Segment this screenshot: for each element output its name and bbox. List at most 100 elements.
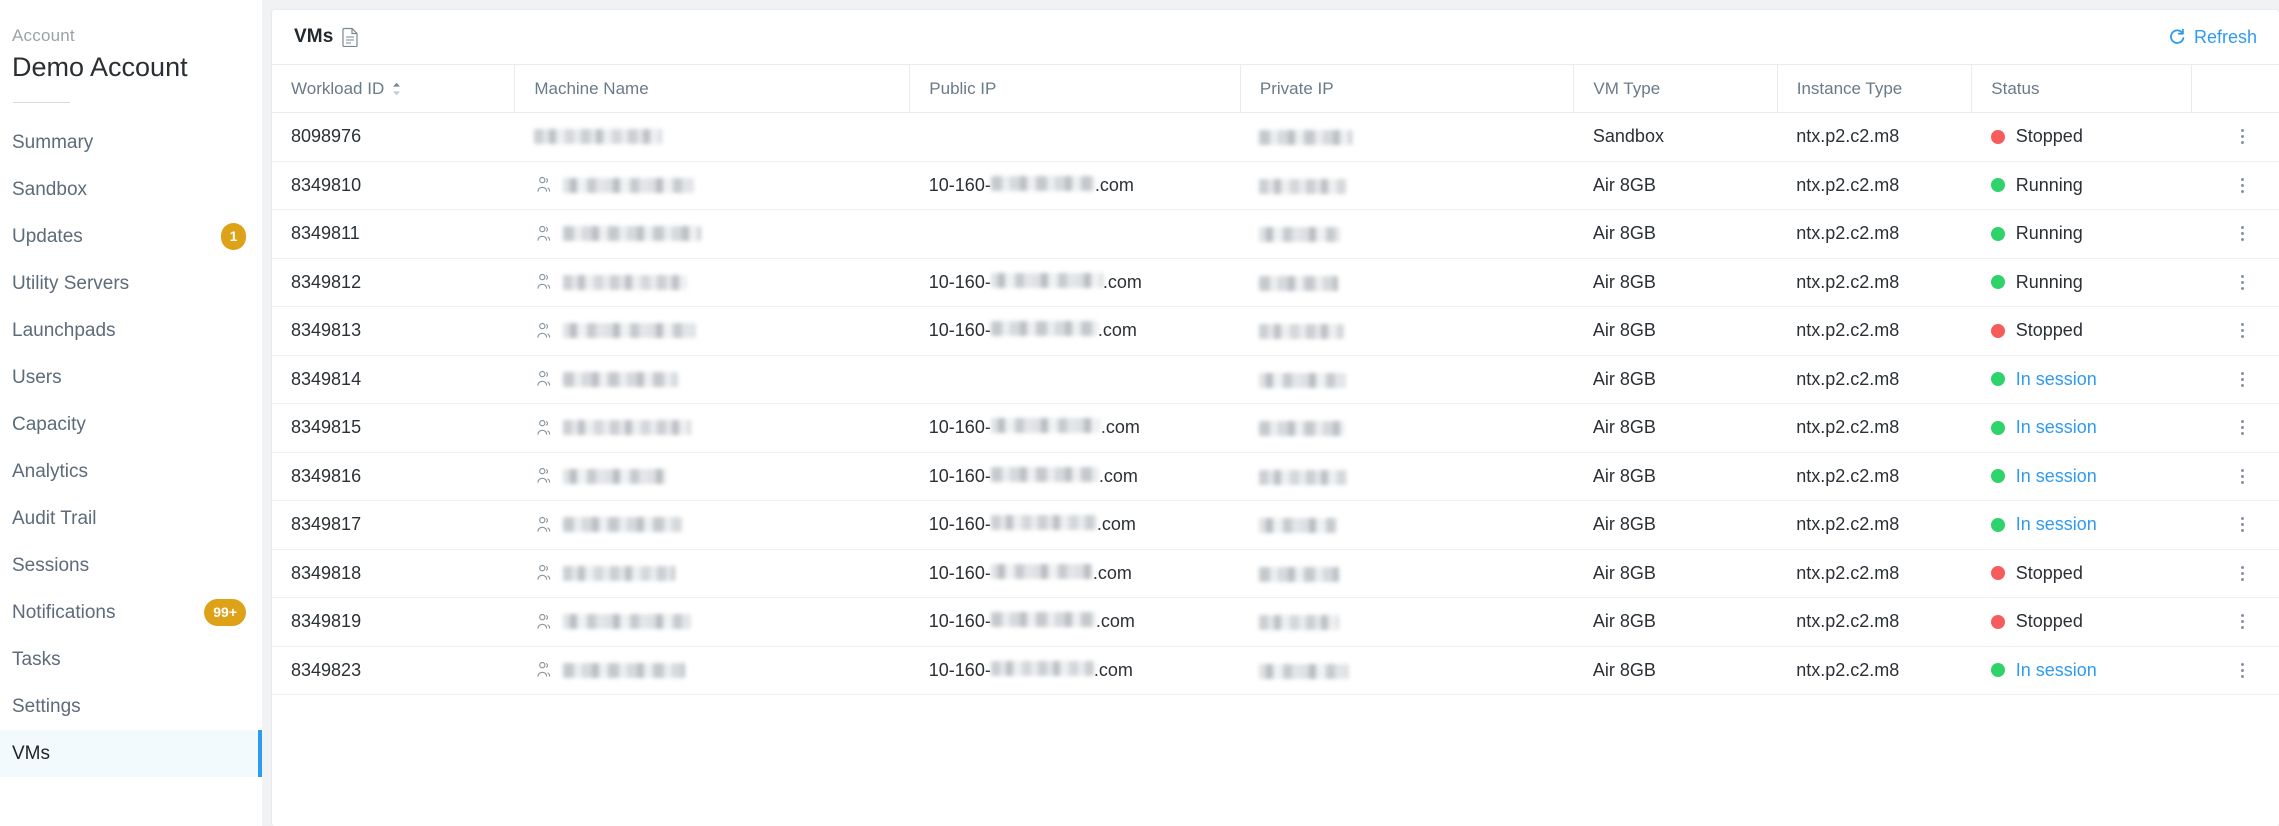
column-header-label: Workload ID (291, 78, 385, 98)
users-icon (534, 661, 552, 679)
cell-machine-name (514, 209, 910, 259)
kebab-menu-icon[interactable] (2228, 559, 2256, 587)
status-label[interactable]: In session (2016, 417, 2097, 438)
table-row[interactable]: 8349810 10-160- .com Air 8GB ntx.p2.c2.m8 Run… (272, 161, 2279, 210)
kebab-menu-icon[interactable] (2228, 462, 2256, 490)
refresh-icon (2168, 28, 2186, 46)
cell-workload-id: 8349818 (272, 549, 515, 598)
status-badge: In session (1990, 417, 2191, 438)
sidebar-item-audit-trail[interactable]: Audit Trail (0, 495, 262, 542)
cell-row-actions (2191, 597, 2279, 647)
sidebar-item-sessions[interactable]: Sessions (0, 542, 262, 589)
sidebar-item-analytics[interactable]: Analytics (0, 448, 262, 495)
sort-arrows-icon[interactable] (391, 81, 402, 97)
cell-public-ip: 10-160- .com (909, 306, 1241, 356)
sidebar-item-vms[interactable]: VMs (0, 730, 262, 777)
cell-instance-type: ntx.p2.c2.m8 (1777, 161, 1972, 210)
kebab-menu-icon[interactable] (2228, 171, 2256, 199)
cell-status: Running (1971, 258, 2192, 307)
cell-workload-id: 8349815 (272, 403, 515, 453)
cell-workload-id: 8349812 (272, 258, 515, 307)
sidebar-item-updates[interactable]: Updates 1 (0, 213, 262, 260)
refresh-button[interactable]: Refresh (2168, 27, 2257, 48)
column-header-inner: Workload ID (291, 79, 514, 99)
sidebar-item-utility-servers[interactable]: Utility Servers (0, 260, 262, 307)
cell-vm-type: Air 8GB (1573, 452, 1778, 501)
sidebar-item-sandbox[interactable]: Sandbox (0, 166, 262, 213)
public-ip-redacted (990, 175, 1095, 191)
sidebar-item-users[interactable]: Users (0, 354, 262, 401)
kebab-menu-icon[interactable] (2228, 365, 2256, 393)
table-row[interactable]: 8349816 10-160- .com Air 8GB ntx.p2.c2.m8 In … (272, 452, 2279, 501)
table-header: Workload ID Machine Name Public IP Private … (272, 64, 2279, 113)
status-badge: Stopped (1990, 611, 2191, 632)
sidebar-item-badge: 99+ (204, 599, 246, 626)
machine-name-redacted (562, 177, 694, 193)
machine-name-wrapper (534, 419, 910, 437)
kebab-menu-icon[interactable] (2228, 656, 2256, 684)
public-ip-wrapper: 10-160- .com (929, 611, 1241, 632)
sidebar-item-notifications[interactable]: Notifications 99+ (0, 589, 262, 636)
kebab-menu-icon[interactable] (2228, 511, 2256, 539)
document-icon[interactable] (342, 27, 359, 47)
machine-name-wrapper (534, 225, 910, 243)
kebab-menu-icon[interactable] (2228, 268, 2256, 296)
sidebar-item-label: Updates (12, 225, 83, 247)
kebab-menu-icon[interactable] (2228, 317, 2256, 345)
table-row[interactable]: 8349815 10-160- .com Air 8GB ntx.p2.c2.m8 In … (272, 403, 2279, 453)
table-row[interactable]: 8349814 Air 8GB ntx.p2.c2.m8 In session (272, 355, 2279, 404)
app-root: Account Demo Account Summary Sandbox Updat… (0, 0, 2279, 826)
status-label[interactable]: In session (2016, 514, 2097, 535)
cell-private-ip (1240, 306, 1574, 356)
cell-vm-type: Air 8GB (1573, 258, 1778, 307)
sidebar-item-tasks[interactable]: Tasks (0, 636, 262, 683)
table-row[interactable]: 8349813 10-160- .com Air 8GB ntx.p2.c2.m8 Sto… (272, 306, 2279, 356)
table-row[interactable]: 8349812 10-160- .com Air 8GB ntx.p2.c2.m8 Run… (272, 258, 2279, 307)
status-label[interactable]: In session (2016, 660, 2097, 681)
sidebar-item-label: Sessions (12, 554, 90, 576)
machine-name-redacted (562, 226, 701, 242)
table-row[interactable]: 8349819 10-160- .com Air 8GB ntx.p2.c2.m8 Sto… (272, 597, 2279, 647)
column-header-inner: Private IP (1260, 79, 1574, 99)
sidebar-item-label: Utility Servers (12, 272, 130, 294)
public-ip-wrapper: 10-160- .com (929, 175, 1241, 196)
status-label[interactable]: In session (2016, 466, 2097, 487)
sidebar-item-capacity[interactable]: Capacity (0, 401, 262, 448)
machine-name-wrapper (534, 322, 910, 340)
cell-vm-type: Air 8GB (1573, 306, 1778, 356)
table-row[interactable]: 8349817 10-160- .com Air 8GB ntx.p2.c2.m8 In … (272, 500, 2279, 550)
table-row[interactable]: 8098976 Sandbox ntx.p2.c2.m8 Stopped (272, 112, 2279, 162)
cell-private-ip (1240, 258, 1574, 307)
table-row[interactable]: 8349823 10-160- .com Air 8GB ntx.p2.c2.m8 In … (272, 646, 2279, 695)
column-header-inner: Instance Type (1797, 79, 1972, 99)
row-actions-wrapper (2210, 462, 2279, 490)
private-ip-redacted (1259, 469, 1348, 485)
kebab-menu-icon[interactable] (2228, 123, 2256, 151)
sidebar-item-settings[interactable]: Settings (0, 683, 262, 730)
users-icon (534, 467, 552, 485)
account-label: Account (12, 26, 75, 45)
cell-instance-type: ntx.p2.c2.m8 (1777, 355, 1972, 404)
table-row[interactable]: 8349811 Air 8GB ntx.p2.c2.m8 Running (272, 209, 2279, 259)
row-actions-wrapper (2210, 414, 2279, 442)
row-actions-wrapper (2210, 123, 2279, 151)
private-ip-redacted (1259, 324, 1345, 339)
table-row[interactable]: 8349818 10-160- .com Air 8GB ntx.p2.c2.m8 Sto… (272, 549, 2279, 598)
public-ip-prefix: 10-160- (928, 271, 991, 292)
public-ip-redacted (990, 515, 1097, 531)
public-ip-redacted (990, 418, 1101, 434)
status-label[interactable]: In session (2016, 369, 2097, 390)
column-header-workload-id[interactable]: Workload ID (272, 64, 516, 113)
kebab-menu-icon[interactable] (2228, 608, 2256, 636)
page-title: VMs (294, 26, 334, 47)
kebab-menu-icon[interactable] (2228, 220, 2256, 248)
status-dot-icon (1990, 420, 2005, 435)
cell-instance-type: ntx.p2.c2.m8 (1777, 597, 1972, 647)
cell-row-actions (2191, 500, 2279, 550)
sidebar-item-launchpads[interactable]: Launchpads (0, 307, 262, 354)
sidebar-item-summary[interactable]: Summary (0, 119, 262, 166)
sidebar-item-label: Tasks (12, 648, 61, 670)
row-actions-wrapper (2210, 220, 2279, 248)
kebab-menu-icon[interactable] (2228, 414, 2256, 442)
status-badge: Stopped (1990, 126, 2191, 147)
